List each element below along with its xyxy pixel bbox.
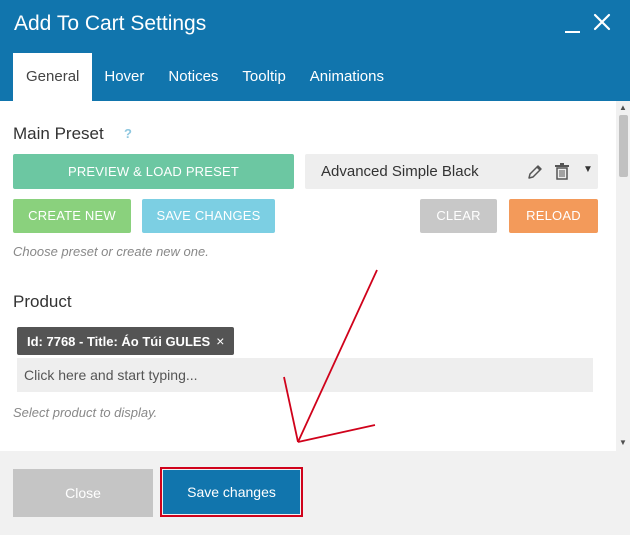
preset-select-value: Advanced Simple Black [321, 163, 479, 180]
save-changes-button[interactable]: Save changes [163, 470, 300, 514]
help-icon[interactable]: ? [120, 126, 136, 142]
save-preset-changes-button[interactable]: SAVE CHANGES [142, 199, 275, 233]
preset-select[interactable]: Advanced Simple Black ▼ [305, 154, 598, 189]
product-search-input[interactable] [17, 358, 593, 392]
dialog-title: Add To Cart Settings [14, 12, 207, 35]
tab-animations[interactable]: Animations [298, 53, 396, 101]
dialog-footer: Close Save changes [0, 451, 630, 535]
chevron-down-icon[interactable]: ▼ [583, 164, 593, 175]
selected-product-label: Id: 7768 - Title: Áo Túi GULES [27, 334, 211, 349]
tab-bar: General Hover Notices Tooltip Animations [13, 53, 396, 101]
remove-product-icon[interactable]: × [216, 327, 224, 355]
dialog-header: Add To Cart Settings General Hover Notic… [0, 0, 630, 101]
product-hint: Select product to display. [13, 405, 158, 420]
create-new-button[interactable]: CREATE NEW [13, 199, 131, 233]
product-title: Product [13, 292, 72, 311]
tab-hover[interactable]: Hover [92, 53, 156, 101]
scroll-thumb[interactable] [619, 115, 628, 177]
tab-notices[interactable]: Notices [156, 53, 230, 101]
main-preset-title: Main Preset [13, 124, 104, 143]
tab-general[interactable]: General [13, 53, 93, 101]
scrollbar[interactable]: ▲ ▼ [616, 101, 630, 451]
selected-product-chip: Id: 7768 - Title: Áo Túi GULES × [17, 327, 235, 355]
trash-icon[interactable] [554, 162, 570, 180]
minimize-icon[interactable] [562, 12, 584, 36]
preset-hint: Choose preset or create new one. [13, 244, 209, 259]
clear-button[interactable]: CLEAR [420, 199, 497, 233]
tab-tooltip[interactable]: Tooltip [230, 53, 297, 101]
scroll-down-icon[interactable]: ▼ [616, 438, 630, 448]
pencil-icon[interactable] [526, 163, 544, 181]
close-button[interactable]: Close [13, 469, 153, 517]
close-icon[interactable] [590, 10, 614, 34]
scroll-up-icon[interactable]: ▲ [616, 103, 630, 113]
reload-button[interactable]: RELOAD [509, 199, 598, 233]
preview-load-preset-button[interactable]: PREVIEW & LOAD PRESET [13, 154, 294, 189]
